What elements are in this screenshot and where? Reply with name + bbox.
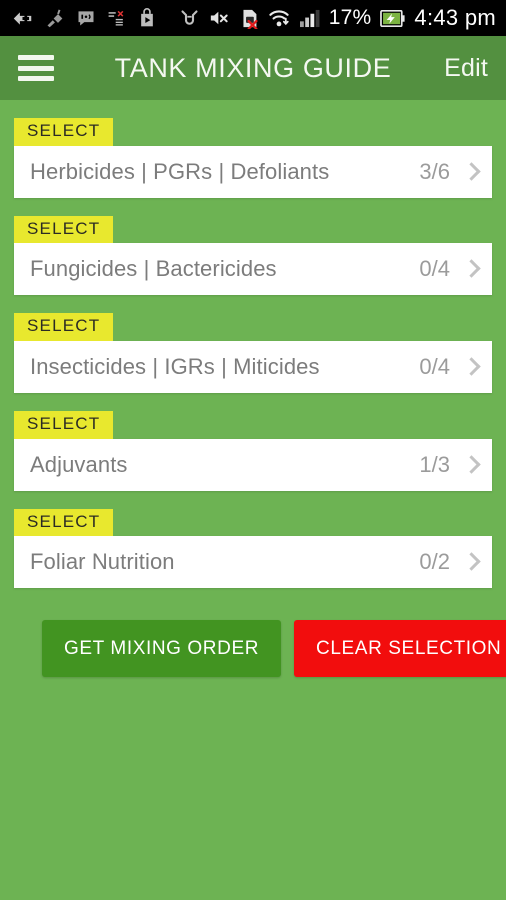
category-group: SELECT Foliar Nutrition 0/2 [14,508,492,589]
category-count: 0/4 [419,354,450,380]
select-badge[interactable]: SELECT [14,215,114,244]
play-store-bag-icon [137,8,157,28]
category-group: SELECT Insecticides | IGRs | Miticides 0… [14,313,492,394]
app-bar: TANK MIXING GUIDE Edit [0,36,506,100]
category-label: Insecticides | IGRs | Miticides [30,354,320,380]
select-badge[interactable]: SELECT [14,508,114,537]
volume-muted-icon [209,8,231,28]
category-row-foliar-nutrition[interactable]: Foliar Nutrition 0/2 [14,536,492,589]
category-group: SELECT Adjuvants 1/3 [14,411,492,491]
hamburger-line [18,76,54,81]
status-bar: 17% 4:43 pm [0,0,506,36]
hamburger-line [18,55,54,60]
status-bar-notification-icons [12,8,157,29]
category-count: 0/4 [419,256,450,282]
clock-label: 4:43 pm [414,5,496,30]
chat-bubble-icon [76,8,96,28]
category-list: SELECT Herbicides | PGRs | Defoliants 3/… [0,100,506,900]
select-badge[interactable]: SELECT [14,313,114,342]
category-label: Herbicides | PGRs | Defoliants [30,158,330,184]
category-row-herbicides[interactable]: Herbicides | PGRs | Defoliants 3/6 [14,145,492,198]
get-mixing-order-button[interactable]: GET MIXING ORDER [42,620,282,678]
category-row-insecticides[interactable]: Insecticides | IGRs | Miticides 0/4 [14,341,492,394]
category-label: Foliar Nutrition [30,549,175,575]
chevron-right-icon [464,356,478,378]
chevron-right-icon [464,551,478,573]
hamburger-menu-icon[interactable] [18,55,54,81]
category-group: SELECT Herbicides | PGRs | Defoliants 3/… [14,118,492,198]
edit-button[interactable]: Edit [434,54,488,83]
developer-mode-icon [179,8,200,29]
category-count: 0/2 [419,549,450,575]
status-bar-system-icons: 17% 4:43 pm [179,5,496,31]
category-label: Adjuvants [30,451,128,477]
clear-selection-button[interactable]: CLEAR SELECTION [294,620,506,678]
category-count: 1/3 [419,451,450,477]
wifi-download-icon [268,8,290,28]
app-screen: 17% 4:43 pm TANK MIXING GUIDE Edit SELEC [0,0,506,900]
page-title: TANK MIXING GUIDE [114,52,392,83]
battery-percent-label: 17% [328,6,372,29]
category-row-adjuvants[interactable]: Adjuvants 1/3 [14,438,492,491]
category-row-fungicides[interactable]: Fungicides | Bactericides 0/4 [14,243,492,296]
sim-card-error-icon [240,8,259,30]
category-group: SELECT Fungicides | Bactericides 0/4 [14,215,492,296]
category-label: Fungicides | Bactericides [30,256,277,282]
chevron-right-icon [464,258,478,280]
broken-plug-icon [44,8,65,29]
battery-charging-icon [380,9,405,27]
cellular-signal-icon [299,9,320,28]
list-error-icon [107,9,126,28]
chevron-right-icon [464,454,478,476]
category-count: 3/6 [419,158,450,184]
select-badge[interactable]: SELECT [14,118,114,146]
select-badge[interactable]: SELECT [14,411,114,439]
hamburger-line [18,65,54,71]
chevron-right-icon [464,161,478,183]
action-button-row: GET MIXING ORDER CLEAR SELECTION [14,606,506,678]
arrow-back-plus-icon [12,8,33,29]
